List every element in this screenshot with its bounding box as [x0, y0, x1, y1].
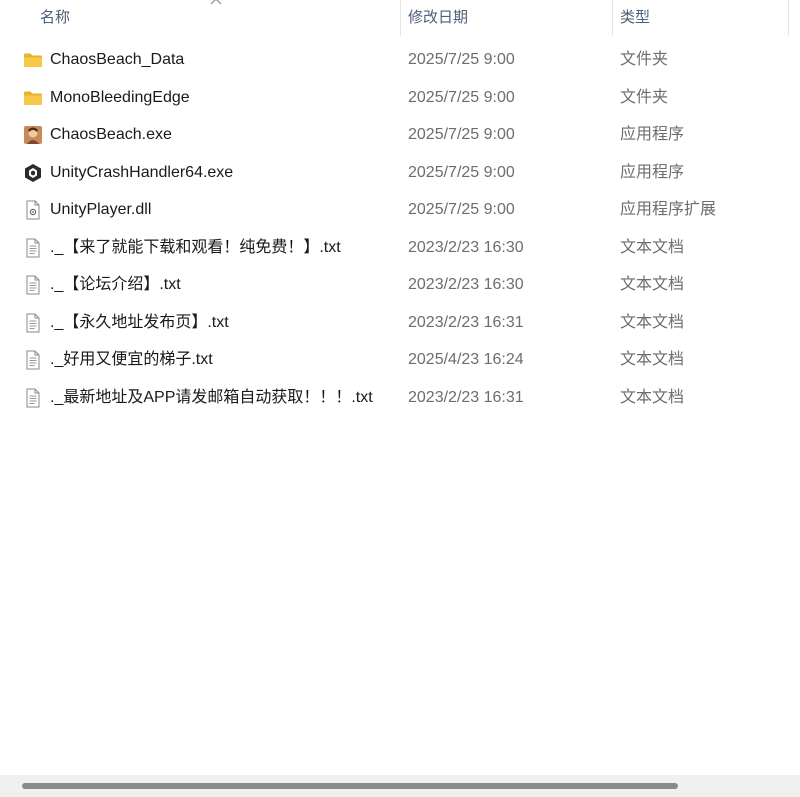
column-header-name[interactable]: 名称 [32, 0, 400, 36]
file-name[interactable]: MonoBleedingEdge [50, 79, 190, 117]
file-type: 应用程序扩展 [620, 201, 717, 218]
file-explorer-list: 名称 修改日期 类型 ChaosBeach_Data 2025/7/25 9:00… [0, 0, 800, 797]
file-row[interactable]: ChaosBeach_Data 2025/7/25 9:00 文件夹 [0, 41, 800, 79]
column-header-bar: 名称 修改日期 类型 [0, 0, 800, 36]
file-name[interactable]: UnityCrashHandler64.exe [50, 154, 233, 192]
file-date-modified: 2023/2/23 16:31 [408, 313, 524, 331]
file-date-modified: 2025/7/25 9:00 [408, 88, 515, 106]
column-divider[interactable] [788, 0, 789, 36]
folder-icon [23, 50, 43, 70]
dll-file-icon [23, 200, 43, 220]
column-header-date-modified[interactable]: 修改日期 [400, 0, 612, 36]
file-date-modified: 2023/2/23 16:30 [408, 238, 524, 256]
file-row[interactable]: ChaosBeach.exe 2025/7/25 9:00 应用程序 [0, 116, 800, 154]
file-row[interactable]: MonoBleedingEdge 2025/7/25 9:00 文件夹 [0, 79, 800, 117]
text-file-icon [23, 313, 43, 333]
text-file-icon [23, 388, 43, 408]
file-row[interactable]: UnityCrashHandler64.exe 2025/7/25 9:00 应用程… [0, 154, 800, 192]
file-date-modified: 2023/2/23 16:31 [408, 388, 524, 406]
file-name[interactable]: ChaosBeach_Data [50, 41, 184, 79]
text-file-icon [23, 238, 43, 258]
file-date-modified: 2023/2/23 16:30 [408, 276, 524, 293]
horizontal-scrollbar[interactable] [0, 775, 800, 797]
file-list: ChaosBeach_Data 2025/7/25 9:00 文件夹 MonoBlee… [0, 41, 800, 416]
file-name[interactable]: ChaosBeach.exe [50, 116, 172, 154]
file-name[interactable]: ._最新地址及APP请发邮箱自动获取！！！.txt [50, 379, 373, 417]
text-file-icon [23, 275, 43, 295]
file-type: 应用程序 [620, 126, 685, 143]
unity-icon [23, 163, 43, 183]
file-date-modified: 2025/4/23 16:24 [408, 351, 524, 368]
file-row[interactable]: ._好用又便宜的梯子.txt 2025/4/23 16:24 文本文档 [0, 341, 800, 379]
file-name[interactable]: UnityPlayer.dll [50, 191, 151, 229]
file-type: 文本文档 [620, 238, 685, 256]
file-date-modified: 2025/7/25 9:00 [408, 126, 515, 143]
file-row[interactable]: ._【来了就能下载和观看！纯免费！】.txt 2023/2/23 16:30 文本文… [0, 229, 800, 267]
horizontal-scrollbar-thumb[interactable] [22, 783, 678, 789]
folder-icon [23, 88, 43, 108]
file-type: 文本文档 [620, 276, 685, 293]
file-row[interactable]: ._最新地址及APP请发邮箱自动获取！！！.txt 2023/2/23 16:31… [0, 379, 800, 417]
app-exe-icon [23, 125, 43, 145]
file-name[interactable]: ._【来了就能下载和观看！纯免费！】.txt [50, 229, 341, 267]
file-row[interactable]: ._【永久地址发布页】.txt 2023/2/23 16:31 文本文档 [0, 304, 800, 342]
column-header-type[interactable]: 类型 [612, 0, 788, 36]
file-date-modified: 2025/7/25 9:00 [408, 201, 515, 218]
file-type: 文本文档 [620, 313, 685, 331]
file-date-modified: 2025/7/25 9:00 [408, 51, 515, 68]
file-type: 文本文档 [620, 388, 685, 406]
file-row[interactable]: UnityPlayer.dll 2025/7/25 9:00 应用程序扩展 [0, 191, 800, 229]
file-name[interactable]: ._好用又便宜的梯子.txt [50, 341, 213, 379]
file-row[interactable]: ._【论坛介绍】.txt 2023/2/23 16:30 文本文档 [0, 266, 800, 304]
file-name[interactable]: ._【论坛介绍】.txt [50, 266, 181, 304]
file-type: 文件夹 [620, 88, 669, 106]
file-type: 文件夹 [620, 51, 669, 68]
file-date-modified: 2025/7/25 9:00 [408, 163, 515, 181]
file-type: 文本文档 [620, 351, 685, 368]
text-file-icon [23, 350, 43, 370]
file-name[interactable]: ._【永久地址发布页】.txt [50, 304, 229, 342]
file-type: 应用程序 [620, 163, 685, 181]
